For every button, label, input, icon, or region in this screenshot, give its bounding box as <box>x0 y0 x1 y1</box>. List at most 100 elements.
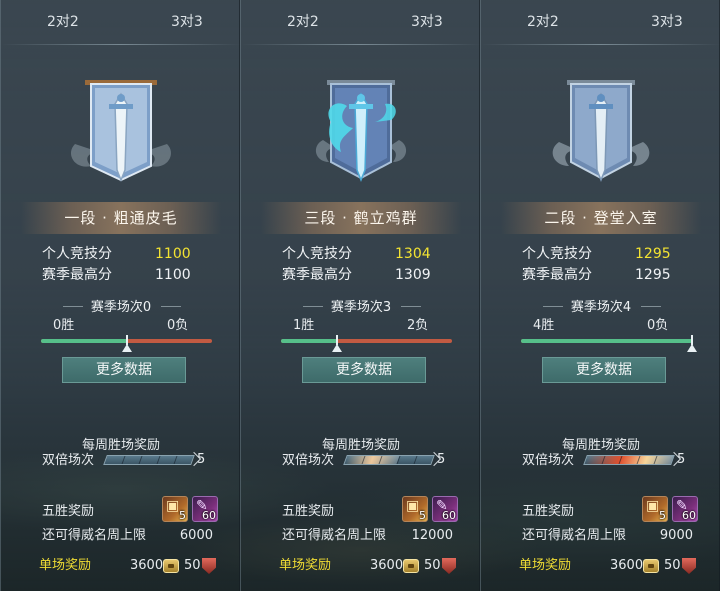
weekly-progress-bar <box>583 455 675 465</box>
more-data-button[interactable]: 更多数据 <box>62 357 186 383</box>
personal-score-label: 个人竞技分 <box>42 246 112 262</box>
fame-cap-label: 还可得威名周上限 <box>42 528 147 543</box>
personal-score-label: 个人竞技分 <box>522 246 592 262</box>
fame-cap-label: 还可得威名周上限 <box>522 528 627 543</box>
win-ratio-marker <box>332 344 343 352</box>
more-data-button[interactable]: 更多数据 <box>542 357 666 383</box>
rank-emblem-icon <box>541 70 661 194</box>
double-matches-label: 双倍场次 <box>282 453 335 468</box>
tab-2v2[interactable]: 2对2 <box>481 0 601 46</box>
win-fill <box>41 339 127 343</box>
losses-count: 0负 <box>647 318 669 333</box>
badge-reward-value: 50 <box>424 558 441 573</box>
tab-2v2[interactable]: 2对2 <box>241 0 361 46</box>
scroll-reward-icon[interactable]: ✎ 60 <box>192 496 218 522</box>
treasure-chest-icon: ▣ <box>646 498 660 514</box>
weekly-segment-divider <box>173 456 178 464</box>
per-match-reward-label: 单场奖励 <box>279 558 332 573</box>
personal-score-value: 1100 <box>155 246 191 262</box>
scroll-count: 60 <box>442 509 456 522</box>
weekly-progress-fill <box>584 456 674 464</box>
personal-score-value: 1295 <box>635 246 671 262</box>
treasure-chest-icon: ▣ <box>166 498 180 514</box>
weekly-progress-fill <box>344 456 400 464</box>
chest-count: 5 <box>419 509 426 522</box>
season-best-row: 赛季最高分 1309 <box>282 265 432 285</box>
rank-title: 二段 · 登堂入室 <box>501 202 701 234</box>
weekly-max: 5 <box>187 450 211 470</box>
season-best-value: 1309 <box>395 267 431 283</box>
rank-title: 三段 · 鹤立鸡群 <box>261 202 461 234</box>
personal-score-row: 个人竞技分 1295 <box>522 244 672 264</box>
treasure-chest-icon: ▣ <box>406 498 420 514</box>
rank-emblem-icon <box>301 70 421 194</box>
season-matches: 赛季场次4 <box>570 300 632 315</box>
win-ratio-tick <box>336 335 339 345</box>
weekly-progress-bar <box>103 455 195 465</box>
chest-reward-icon[interactable]: ▣ 5 <box>162 496 188 522</box>
five-win-reward-label: 五胜奖励 <box>42 504 95 519</box>
weekly-segment-divider <box>121 456 126 464</box>
coin-reward-value: 3600 <box>130 558 164 573</box>
five-win-reward-label: 五胜奖励 <box>282 504 335 519</box>
fame-cap-value: 6000 <box>179 528 213 543</box>
badge-reward-value: 50 <box>664 558 681 573</box>
losses-count: 2负 <box>407 318 429 333</box>
weekly-progress-bar <box>343 455 435 465</box>
tab-divider <box>241 44 481 45</box>
scroll-reward-icon[interactable]: ✎ 60 <box>432 496 458 522</box>
coin-reward-value: 3600 <box>610 558 644 573</box>
season-matches: 赛季场次0 <box>90 300 152 315</box>
tab-2v2[interactable]: 2对2 <box>1 0 121 46</box>
season-best-value: 1100 <box>155 267 191 283</box>
mode-tabs: 2对2 3对3 <box>241 0 481 46</box>
scroll-count: 60 <box>202 509 216 522</box>
tab-3v3[interactable]: 3对3 <box>121 0 241 46</box>
scroll-reward-icon[interactable]: ✎ 60 <box>672 496 698 522</box>
five-win-reward-label: 五胜奖励 <box>522 504 575 519</box>
fame-cap-value: 12000 <box>411 528 453 543</box>
season-matches: 赛季场次3 <box>330 300 392 315</box>
weekly-progress-fill <box>104 456 108 464</box>
rank-emblem-icon <box>61 70 181 194</box>
season-best-row: 赛季最高分 1295 <box>522 265 672 285</box>
scroll-count: 60 <box>682 509 696 522</box>
win-ratio-marker <box>121 344 132 352</box>
wins-count: 0胜 <box>53 318 75 333</box>
chest-reward-icon[interactable]: ▣ 5 <box>402 496 428 522</box>
fame-badge-icon <box>202 558 216 574</box>
fame-badge-icon <box>682 558 696 574</box>
tab-3v3[interactable]: 3对3 <box>361 0 481 46</box>
per-match-reward-label: 单场奖励 <box>519 558 572 573</box>
weekly-max: 5 <box>667 450 691 470</box>
fame-badge-icon <box>442 558 456 574</box>
coin-icon <box>403 559 419 573</box>
tab-divider <box>481 44 720 45</box>
weekly-segment-divider <box>156 456 161 464</box>
season-best-label: 赛季最高分 <box>522 267 592 283</box>
double-matches-label: 双倍场次 <box>42 453 95 468</box>
more-data-button[interactable]: 更多数据 <box>302 357 426 383</box>
badge-reward-value: 50 <box>184 558 201 573</box>
double-matches-label: 双倍场次 <box>522 453 575 468</box>
win-fill <box>281 339 338 343</box>
weekly-segment-divider <box>138 456 143 464</box>
personal-score-row: 个人竞技分 1100 <box>42 244 192 264</box>
chest-count: 5 <box>179 509 186 522</box>
rank-title: 一段 · 粗通皮毛 <box>21 202 221 234</box>
tab-3v3[interactable]: 3对3 <box>601 0 720 46</box>
tab-divider <box>1 44 241 45</box>
win-fill <box>521 339 692 343</box>
mode-tabs: 2对2 3对3 <box>1 0 241 46</box>
season-best-value: 1295 <box>635 267 671 283</box>
chest-count: 5 <box>659 509 666 522</box>
arena-panel-1: 2对2 3对3 三段 · 鹤立鸡群 个人竞技分 1304 赛季最高分 1309 … <box>240 0 481 591</box>
arena-panel-2: 2对2 3对3 二段 · 登堂入室 个人竞技分 1295 赛季最高分 1295 … <box>480 0 720 591</box>
per-match-reward-label: 单场奖励 <box>39 558 92 573</box>
wins-count: 1胜 <box>293 318 315 333</box>
season-best-label: 赛季最高分 <box>42 267 112 283</box>
win-ratio-tick <box>691 335 693 345</box>
win-loss-bar <box>281 339 452 343</box>
fame-cap-value: 9000 <box>659 528 693 543</box>
chest-reward-icon[interactable]: ▣ 5 <box>642 496 668 522</box>
